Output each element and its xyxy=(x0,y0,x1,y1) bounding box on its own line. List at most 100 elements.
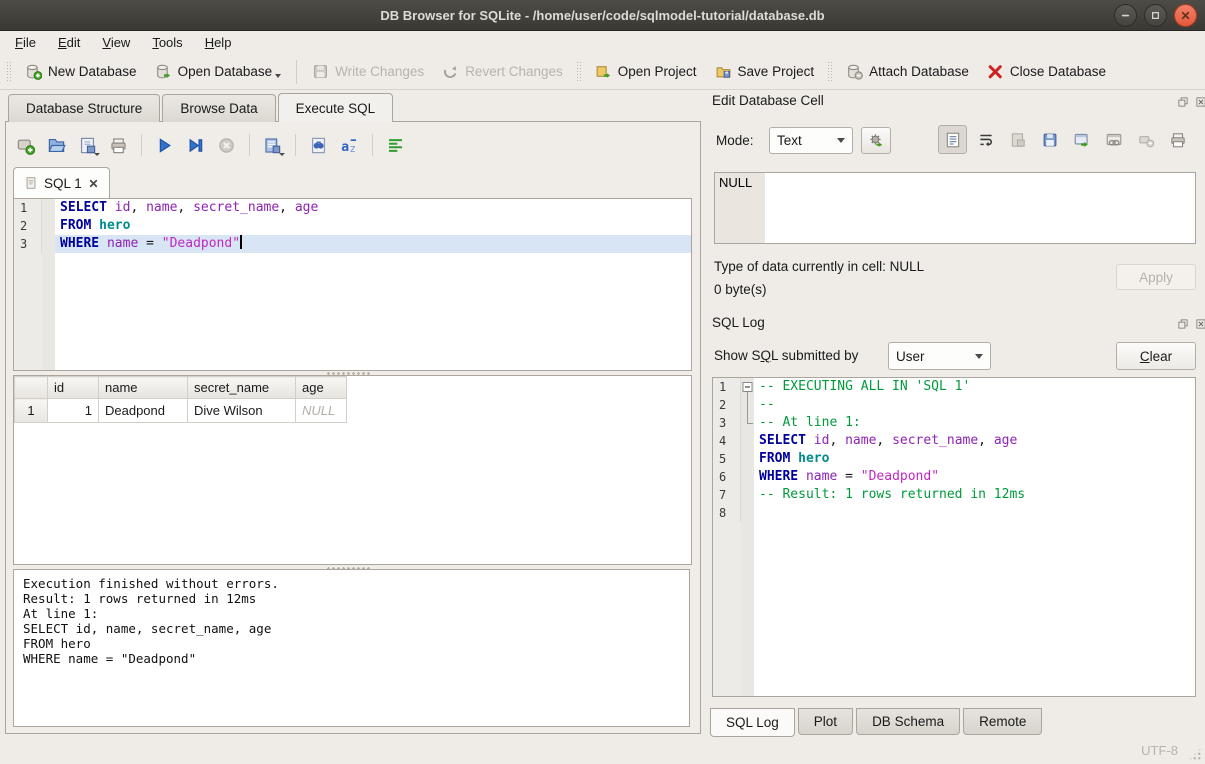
minimize-icon xyxy=(1119,9,1132,22)
menu-view[interactable]: View xyxy=(91,32,141,53)
float-dock-button[interactable] xyxy=(1176,95,1190,109)
menu-tools[interactable]: Tools xyxy=(141,32,193,53)
tab-database-structure[interactable]: Database Structure xyxy=(8,94,160,122)
export-window-button[interactable] xyxy=(1068,126,1095,153)
toolbar-handle[interactable] xyxy=(827,61,833,83)
link-window-button[interactable] xyxy=(1100,126,1127,153)
float-log-button[interactable] xyxy=(1176,317,1190,331)
code-line: 3WHERE name = "Deadpond" xyxy=(14,235,691,253)
column-header-name[interactable]: name xyxy=(99,377,188,399)
column-header-id[interactable]: id xyxy=(48,377,99,399)
code-text xyxy=(754,504,1195,522)
cell-editor[interactable]: NULL xyxy=(714,172,1196,244)
revert-changes-button[interactable]: Revert Changes xyxy=(433,58,572,85)
toolbar-handle[interactable] xyxy=(576,61,582,83)
code-text: WHERE name = "Deadpond" xyxy=(55,235,691,253)
tab-remote[interactable]: Remote xyxy=(963,708,1042,735)
maximize-button[interactable] xyxy=(1144,4,1167,27)
results-table[interactable]: idnamesecret_nameage 11DeadpondDive Wils… xyxy=(14,376,347,423)
table-row[interactable]: 11DeadpondDive WilsonNULL xyxy=(15,399,347,423)
open-file-button[interactable] xyxy=(43,132,70,158)
edit-cell-title: Edit Database Cell xyxy=(712,93,824,108)
chevron-down-icon xyxy=(279,153,285,156)
print-button[interactable] xyxy=(105,132,132,158)
mode-label: Mode: xyxy=(716,133,754,148)
print-button[interactable] xyxy=(1164,126,1191,153)
toolbar-sep xyxy=(296,60,297,84)
tab-new-button[interactable] xyxy=(12,132,39,158)
open-database-button[interactable]: Open Database xyxy=(146,58,291,85)
toolbar-button-label: Attach Database xyxy=(869,64,969,79)
new-database-button[interactable]: New Database xyxy=(16,58,146,85)
tab-db-schema[interactable]: DB Schema xyxy=(856,708,960,735)
sql-editor[interactable]: 1SELECT id, name, secret_name, age2FROM … xyxy=(13,198,692,371)
cell-age[interactable]: NULL xyxy=(296,399,347,423)
menu-help[interactable]: Help xyxy=(194,32,243,53)
stop-button[interactable] xyxy=(213,132,240,158)
align-button[interactable] xyxy=(382,132,409,158)
text-doc-button[interactable] xyxy=(938,125,967,154)
main-toolbar: New Database Open Database Write ChangesRe… xyxy=(0,54,1205,90)
save-project-button[interactable]: Save Project xyxy=(706,58,824,85)
close-button[interactable] xyxy=(1174,4,1197,27)
tab-sql-log[interactable]: SQL Log xyxy=(710,708,795,737)
execute-line-button[interactable] xyxy=(182,132,209,158)
chevron-down-icon xyxy=(975,354,983,359)
apply-button[interactable]: Apply xyxy=(1116,264,1196,290)
corner-header[interactable] xyxy=(15,377,48,399)
cell-secret-name[interactable]: Dive Wilson xyxy=(188,399,296,423)
format-button[interactable]: az xyxy=(336,132,363,158)
save-file-button[interactable] xyxy=(74,132,101,158)
minimize-button[interactable] xyxy=(1114,4,1137,27)
sql-editor-toolbar: az xyxy=(12,131,409,159)
code-line: 5FROM hero xyxy=(713,450,1195,468)
find-button[interactable] xyxy=(305,132,332,158)
toolbar-handle[interactable] xyxy=(6,61,12,83)
menu-file[interactable]: File xyxy=(4,32,47,53)
row-header[interactable]: 1 xyxy=(15,399,48,423)
titlebar[interactable]: DB Browser for SQLite - /home/user/code/… xyxy=(0,0,1205,31)
column-header-age[interactable]: age xyxy=(296,377,347,399)
log-filter-combobox[interactable]: User xyxy=(888,342,991,370)
remove-button[interactable] xyxy=(1132,126,1159,153)
database-close-icon xyxy=(987,63,1004,80)
save-as-button[interactable] xyxy=(1036,126,1063,153)
save-results-button[interactable] xyxy=(259,132,286,158)
close-database-button[interactable]: Close Database xyxy=(978,58,1115,85)
close-log-button[interactable] xyxy=(1194,317,1205,331)
toolbar-sep xyxy=(249,134,250,156)
code-line: 3-- At line 1: xyxy=(713,414,1195,432)
toolbar-button-label: Open Database xyxy=(178,64,273,79)
write-changes-button[interactable]: Write Changes xyxy=(303,58,433,85)
auto-apply-button[interactable] xyxy=(861,127,891,154)
close-dock-button[interactable] xyxy=(1194,95,1205,109)
word-wrap-button[interactable] xyxy=(972,126,999,153)
attach-database-button[interactable]: Attach Database xyxy=(837,58,978,85)
maximize-icon xyxy=(1149,9,1162,22)
tab-browse-data[interactable]: Browse Data xyxy=(162,94,275,122)
line-number: 2 xyxy=(14,217,42,235)
cell-name[interactable]: Deadpond xyxy=(99,399,188,423)
toolbar-sep xyxy=(372,134,373,156)
mode-combobox[interactable]: Text xyxy=(769,127,853,154)
execution-status[interactable]: Execution finished without errors. Resul… xyxy=(13,569,690,727)
fold-end-icon[interactable] xyxy=(741,414,754,432)
clear-button[interactable]: Clear xyxy=(1116,342,1196,370)
fold-mid-icon[interactable] xyxy=(741,396,754,414)
execute-sql-panel: az SQL 1 1SELECT id, name, secret_name, … xyxy=(5,121,701,734)
import-button[interactable] xyxy=(1004,126,1031,153)
open-project-button[interactable]: Open Project xyxy=(586,58,706,85)
tab-execute-sql[interactable]: Execute SQL xyxy=(278,93,394,122)
fold-start-icon[interactable] xyxy=(741,378,754,396)
column-header-secret-name[interactable]: secret_name xyxy=(188,377,296,399)
line-number: 7 xyxy=(713,486,741,504)
tab-plot[interactable]: Plot xyxy=(798,708,853,735)
close-tab-icon[interactable] xyxy=(88,178,99,189)
sql-log-view[interactable]: 1-- EXECUTING ALL IN 'SQL 1'2--3-- At li… xyxy=(712,377,1196,697)
cell-id[interactable]: 1 xyxy=(48,399,99,423)
resize-grip[interactable] xyxy=(1188,747,1202,761)
sql-tab-bar: SQL 1 xyxy=(13,167,110,198)
menu-edit[interactable]: Edit xyxy=(47,32,91,53)
execute-button[interactable] xyxy=(151,132,178,158)
sql-tab[interactable]: SQL 1 xyxy=(13,167,110,198)
